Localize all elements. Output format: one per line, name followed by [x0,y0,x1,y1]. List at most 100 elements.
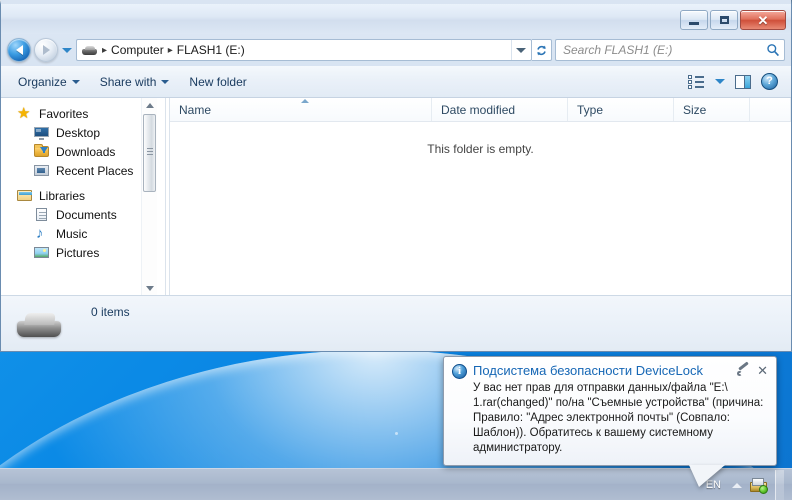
explorer-window: ✕ ▸ Computer ▸ FLASH1 (E:) Search FLASH1… [0,0,792,352]
drive-top [85,45,95,50]
sidebar-item-libraries[interactable]: Libraries [1,186,152,205]
chevron-up-icon [145,102,154,108]
wrench-head [737,371,743,376]
screen: EN ✕ ▸ Computer ▸ FLASH1 (E:) Search FLA… [0,0,792,500]
pictures-icon [34,245,50,261]
info-icon: i [452,364,467,379]
new-folder-button[interactable]: New folder [180,71,255,93]
column-header-size[interactable]: Size [674,98,750,121]
sidebar-item-label: Music [56,226,88,241]
libraries-icon [17,188,33,204]
organize-button[interactable]: Organize [9,71,89,93]
recent-pages-button[interactable] [61,47,73,53]
back-button[interactable] [7,38,31,62]
devicelock-notification-balloon[interactable]: i Подсистема безопасности DeviceLock ✕ У… [443,356,777,487]
balloon-message: У вас нет прав для отправки данных/файла… [473,382,764,454]
breadcrumb-separator[interactable]: ▸ [102,45,107,56]
taskbar[interactable]: EN [0,468,792,500]
search-box[interactable]: Search FLASH1 (E:) [555,39,785,61]
window-buttons: ✕ [680,10,786,30]
back-arrow-icon [15,45,23,55]
maximize-icon [719,16,729,24]
column-label: Name [179,102,212,117]
minimize-button[interactable] [680,10,708,30]
scroll-up-button[interactable] [142,98,157,112]
sidebar-item-label: Documents [56,207,117,222]
forward-button[interactable] [34,38,58,62]
title-bar[interactable]: ✕ [1,4,791,34]
column-header-name[interactable]: Name [170,98,432,121]
address-bar[interactable]: ▸ Computer ▸ FLASH1 (E:) [76,39,532,61]
toolbar-right-group: ? [685,70,783,93]
close-icon: ✕ [757,12,769,28]
sidebar-item-label: Favorites [39,106,89,121]
balloon-header: i Подсистема безопасности DeviceLock ✕ [452,361,768,379]
chevron-down-icon [62,47,72,53]
refresh-button[interactable] [532,39,552,61]
options-wrench-icon[interactable] [737,361,750,377]
navigation-pane[interactable]: ★ Favorites Desktop Downloads Recent Pla… [1,98,169,295]
sidebar-item-label: Downloads [56,144,116,159]
breadcrumb-separator[interactable]: ▸ [168,45,173,56]
sort-ascending-icon [300,99,309,103]
chevron-down-icon [71,79,80,84]
column-header-date-modified[interactable]: Date modified [432,98,568,121]
navigation-list: ★ Favorites Desktop Downloads Recent Pla… [1,98,152,268]
sidebar-item-desktop[interactable]: Desktop [1,123,152,142]
column-label: Date modified [441,102,516,117]
address-dropdown-button[interactable] [511,40,529,60]
column-label: Size [683,102,707,117]
wallpaper-dot [395,432,398,435]
sidebar-item-downloads[interactable]: Downloads [1,142,152,161]
removable-drive-large-icon [15,307,63,341]
music-note-icon: ♪ [36,224,44,242]
chevron-down-icon [161,79,170,84]
sidebar-item-music[interactable]: ♪ Music [1,224,152,243]
close-button[interactable]: ✕ [740,10,786,30]
view-list-icon [688,74,705,89]
sidebar-item-documents[interactable]: Documents [1,205,152,224]
balloon-title: Подсистема безопасности DeviceLock [473,363,703,378]
sidebar-item-favorites[interactable]: ★ Favorites [1,104,152,123]
wrench-shaft [738,361,749,371]
recent-places-icon [34,163,50,179]
chevron-down-icon [146,285,154,291]
item-count-label: 0 items [91,305,130,319]
scrollbar-thumb[interactable] [143,114,156,192]
breadcrumb-computer[interactable]: Computer [111,43,164,57]
devicelock-tray-icon[interactable] [750,477,768,494]
view-dropdown-button[interactable] [712,76,728,87]
scroll-down-button[interactable] [142,281,158,295]
minimize-icon [689,22,699,25]
breadcrumb-flash1[interactable]: FLASH1 (E:) [177,43,245,57]
status-bar: 0 items [1,295,791,351]
show-hidden-icons-icon[interactable] [732,482,742,488]
window-frame: ✕ ▸ Computer ▸ FLASH1 (E:) Search FLASH1… [0,0,792,352]
chevron-down-icon [715,79,725,84]
column-headers: Name Date modified Type Size [170,98,791,122]
sidebar-item-label: Desktop [56,125,101,140]
help-button[interactable]: ? [758,70,781,93]
nav-group-favorites: ★ Favorites Desktop Downloads Recent Pla… [1,104,152,180]
sidebar-item-pictures[interactable]: Pictures [1,243,152,262]
column-header-spacer [750,98,791,121]
sidebar-item-recent-places[interactable]: Recent Places [1,161,152,180]
maximize-button[interactable] [710,10,738,30]
organize-label: Organize [18,74,67,89]
desktop-icon [34,125,50,141]
empty-folder-message: This folder is empty. [427,142,534,156]
column-label: Type [577,102,604,117]
show-desktop-button[interactable] [775,470,784,500]
search-icon [767,44,779,57]
close-icon[interactable]: ✕ [757,364,768,377]
preview-pane-button[interactable] [732,72,754,92]
column-header-type[interactable]: Type [568,98,674,121]
scrollbar-grip [147,148,153,149]
forward-arrow-icon [42,45,50,55]
search-input[interactable]: Search FLASH1 (E:) [563,43,766,57]
change-view-button[interactable] [685,72,708,92]
navigation-scrollbar[interactable] [141,98,157,295]
sidebar-item-label: Libraries [39,188,86,203]
file-list-pane[interactable]: Name Date modified Type Size This folder… [169,98,791,295]
share-with-button[interactable]: Share with [91,71,179,93]
